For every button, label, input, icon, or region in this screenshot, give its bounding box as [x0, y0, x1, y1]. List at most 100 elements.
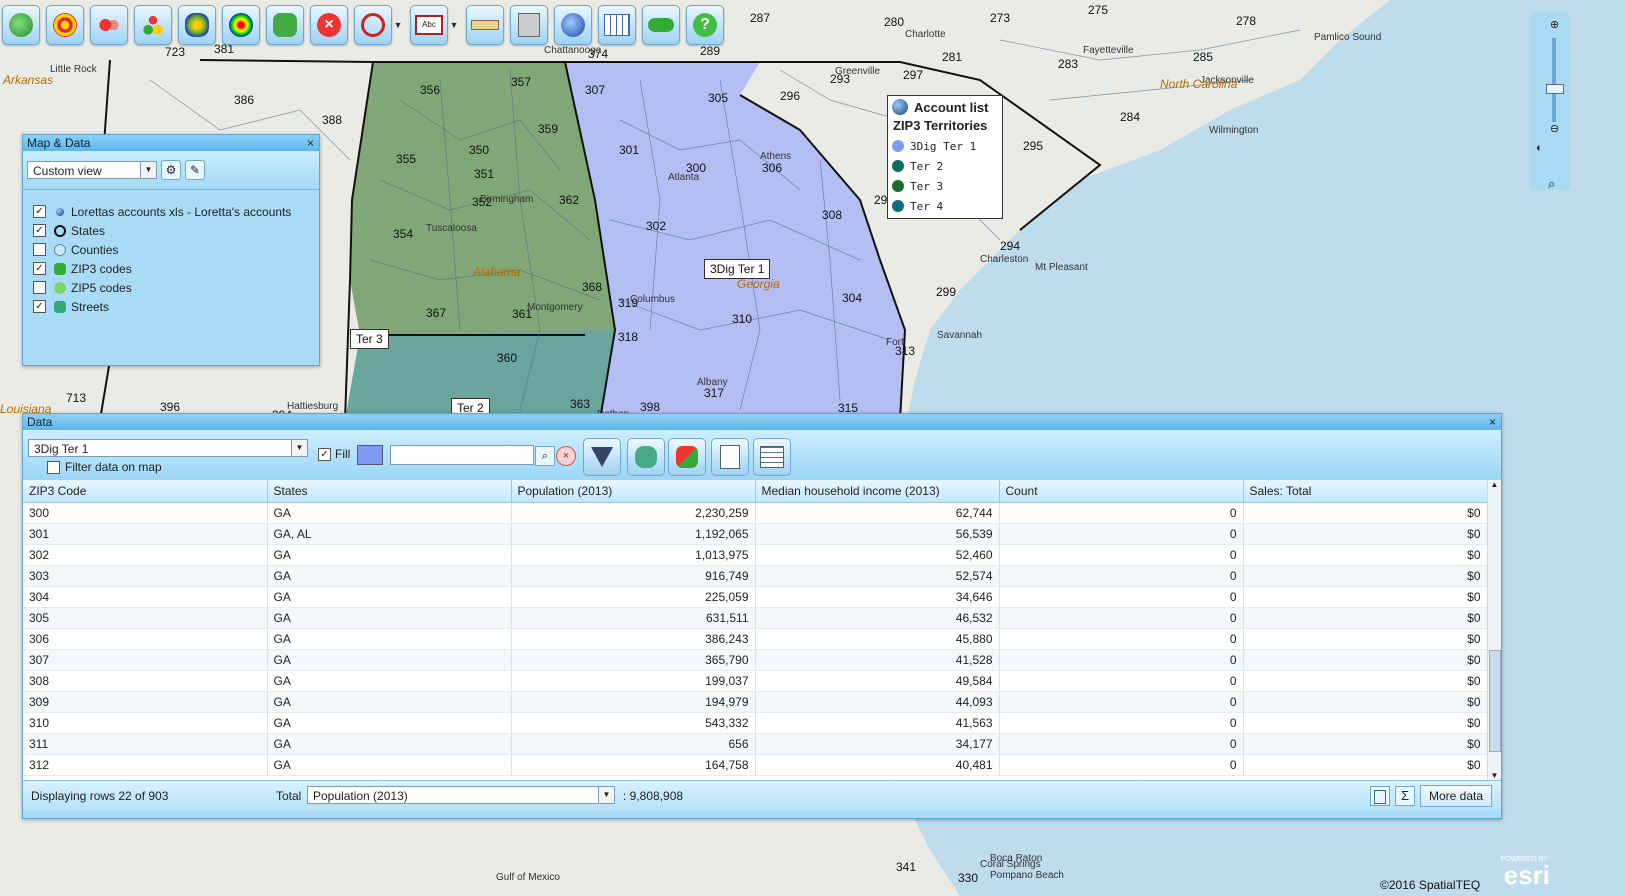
- table-cell: 1,013,975: [511, 544, 756, 566]
- zoom-to-button[interactable]: [627, 438, 665, 476]
- ruler-button[interactable]: [466, 5, 504, 45]
- table-cell: GA: [267, 670, 512, 692]
- layer-label: ZIP5 codes: [71, 280, 132, 295]
- table-cell: 0: [999, 691, 1244, 713]
- table-cell: 225,059: [511, 586, 756, 608]
- table-cell: 49,584: [755, 670, 1000, 692]
- lasso-button[interactable]: [354, 5, 392, 45]
- help-button[interactable]: ?: [686, 5, 724, 45]
- table-row[interactable]: 300 GA 2,230,259 62,744 0 $0: [23, 502, 1488, 524]
- text-label-button[interactable]: Abc: [410, 5, 448, 45]
- table-row[interactable]: 311 GA 656 34,177 0 $0: [23, 733, 1488, 755]
- table-row[interactable]: 304 GA 225,059 34,646 0 $0: [23, 586, 1488, 608]
- table-cell: GA: [267, 649, 512, 671]
- table-row[interactable]: 307 GA 365,790 41,528 0 $0: [23, 649, 1488, 671]
- table-export-button[interactable]: [753, 438, 791, 476]
- clear-button[interactable]: ×: [556, 446, 576, 466]
- vertical-scrollbar[interactable]: ▲ ▼: [1487, 480, 1501, 780]
- table-cell: $0: [1243, 733, 1488, 755]
- table-row[interactable]: 305 GA 631,511 46,532 0 $0: [23, 607, 1488, 629]
- copy-button[interactable]: [1370, 786, 1390, 806]
- tools-button[interactable]: ✎: [185, 160, 205, 180]
- territory-tag-ter3[interactable]: Ter 3: [350, 329, 389, 349]
- scrollbar-thumb[interactable]: [1489, 650, 1501, 752]
- table-row[interactable]: 306 GA 386,243 45,880 0 $0: [23, 628, 1488, 650]
- table-cell: 0: [999, 565, 1244, 587]
- data-toolbar: 3Dig Ter 1 ▼ Filter data on map ✓ Fill ⌕…: [23, 430, 1501, 480]
- search-button[interactable]: ⌕: [535, 446, 555, 466]
- table-row[interactable]: 302 GA 1,013,975 52,460 0 $0: [23, 544, 1488, 566]
- print-button[interactable]: [510, 5, 548, 45]
- cluster-button[interactable]: [134, 5, 172, 45]
- table-cell: 386,243: [511, 628, 756, 650]
- city-label: Gulf of Mexico: [496, 872, 560, 883]
- bubble-button[interactable]: [90, 5, 128, 45]
- table-row[interactable]: 310 GA 543,332 41,563 0 $0: [23, 712, 1488, 734]
- zip-button[interactable]: [266, 5, 304, 45]
- column-header[interactable]: Population (2013): [511, 480, 756, 503]
- layer-row-accounts[interactable]: ✓ Lorettas accounts xls - Loretta's acco…: [23, 202, 319, 221]
- close-icon[interactable]: ×: [1489, 414, 1496, 430]
- heatmap-button[interactable]: [178, 5, 216, 45]
- column-header[interactable]: Sales: Total: [1243, 480, 1488, 503]
- layer-checkbox[interactable]: ✓: [33, 262, 46, 275]
- filter-checkbox[interactable]: [47, 460, 60, 474]
- layer-row-zip3[interactable]: ✓ ZIP3 codes: [23, 259, 319, 278]
- export-button[interactable]: [554, 5, 592, 45]
- layer-row-states[interactable]: ✓ States: [23, 221, 319, 240]
- search-input[interactable]: [390, 445, 534, 465]
- table-row[interactable]: 312 GA 164,758 40,481 0 $0: [23, 754, 1488, 776]
- column-header[interactable]: Median household income (2013): [755, 480, 1000, 503]
- layer-label: ZIP3 codes: [71, 261, 132, 276]
- density-button[interactable]: [222, 5, 260, 45]
- zoom-slider-thumb[interactable]: [1546, 84, 1564, 94]
- text-label-dropdown[interactable]: ▼: [448, 6, 460, 44]
- close-icon[interactable]: ×: [307, 135, 314, 151]
- total-select[interactable]: Population (2013) ▼: [307, 786, 615, 804]
- sum-button[interactable]: Σ: [1395, 786, 1415, 806]
- delete-button[interactable]: ×: [310, 5, 348, 45]
- zoom-out-button[interactable]: ⊖: [1550, 122, 1559, 135]
- fill-checkbox[interactable]: ✓: [318, 447, 331, 461]
- target-button[interactable]: [46, 5, 84, 45]
- table-row[interactable]: 303 GA 916,749 52,574 0 $0: [23, 565, 1488, 587]
- column-header[interactable]: ZIP3 Code: [23, 480, 268, 503]
- report-button[interactable]: [711, 438, 749, 476]
- territory-select[interactable]: 3Dig Ter 1 ▼: [28, 439, 308, 457]
- more-data-button[interactable]: More data: [1420, 785, 1492, 807]
- layer-checkbox[interactable]: ✓: [33, 300, 46, 313]
- table-cell: 0: [999, 502, 1244, 524]
- pan-icon[interactable]: ◐: [1536, 142, 1543, 154]
- layer-row-streets[interactable]: ✓ Streets: [23, 297, 319, 316]
- lasso-dropdown[interactable]: ▼: [392, 6, 404, 44]
- column-header[interactable]: Count: [999, 480, 1244, 503]
- settings-button[interactable]: ⚙: [161, 160, 181, 180]
- calendar-button[interactable]: [598, 5, 636, 45]
- copy-icon: [1374, 790, 1386, 804]
- zoom-in-button[interactable]: ⊕: [1550, 18, 1559, 31]
- swap-button[interactable]: [668, 438, 706, 476]
- table-row[interactable]: 309 GA 194,979 44,093 0 $0: [23, 691, 1488, 713]
- view-select[interactable]: Custom view ▼: [27, 161, 157, 179]
- table-cell: 301: [23, 523, 268, 545]
- territory-tag-ter1[interactable]: 3Dig Ter 1: [704, 259, 771, 279]
- layer-row-zip5[interactable]: ZIP5 codes: [23, 278, 319, 297]
- zoom-to-icon: [635, 446, 657, 468]
- layer-checkbox[interactable]: ✓: [33, 224, 46, 237]
- column-header[interactable]: States: [267, 480, 512, 503]
- layer-checkbox[interactable]: ✓: [33, 205, 46, 218]
- panel-title-bar[interactable]: Map & Data ×: [23, 135, 319, 151]
- layer-checkbox[interactable]: [33, 243, 46, 256]
- layer-row-counties[interactable]: Counties: [23, 240, 319, 259]
- zoom-slider[interactable]: [1552, 38, 1556, 122]
- filter-button[interactable]: [583, 438, 621, 476]
- zip-label: 302: [646, 219, 666, 233]
- route-button[interactable]: [642, 5, 680, 45]
- add-layer-button[interactable]: [2, 5, 40, 45]
- fill-color-picker[interactable]: [357, 445, 383, 465]
- table-row[interactable]: 301 GA, AL 1,192,065 56,539 0 $0: [23, 523, 1488, 545]
- layer-checkbox[interactable]: [33, 281, 46, 294]
- data-panel-title-bar[interactable]: Data ×: [23, 414, 1501, 430]
- table-row[interactable]: 308 GA 199,037 49,584 0 $0: [23, 670, 1488, 692]
- magnify-icon[interactable]: ⌕: [1548, 176, 1555, 192]
